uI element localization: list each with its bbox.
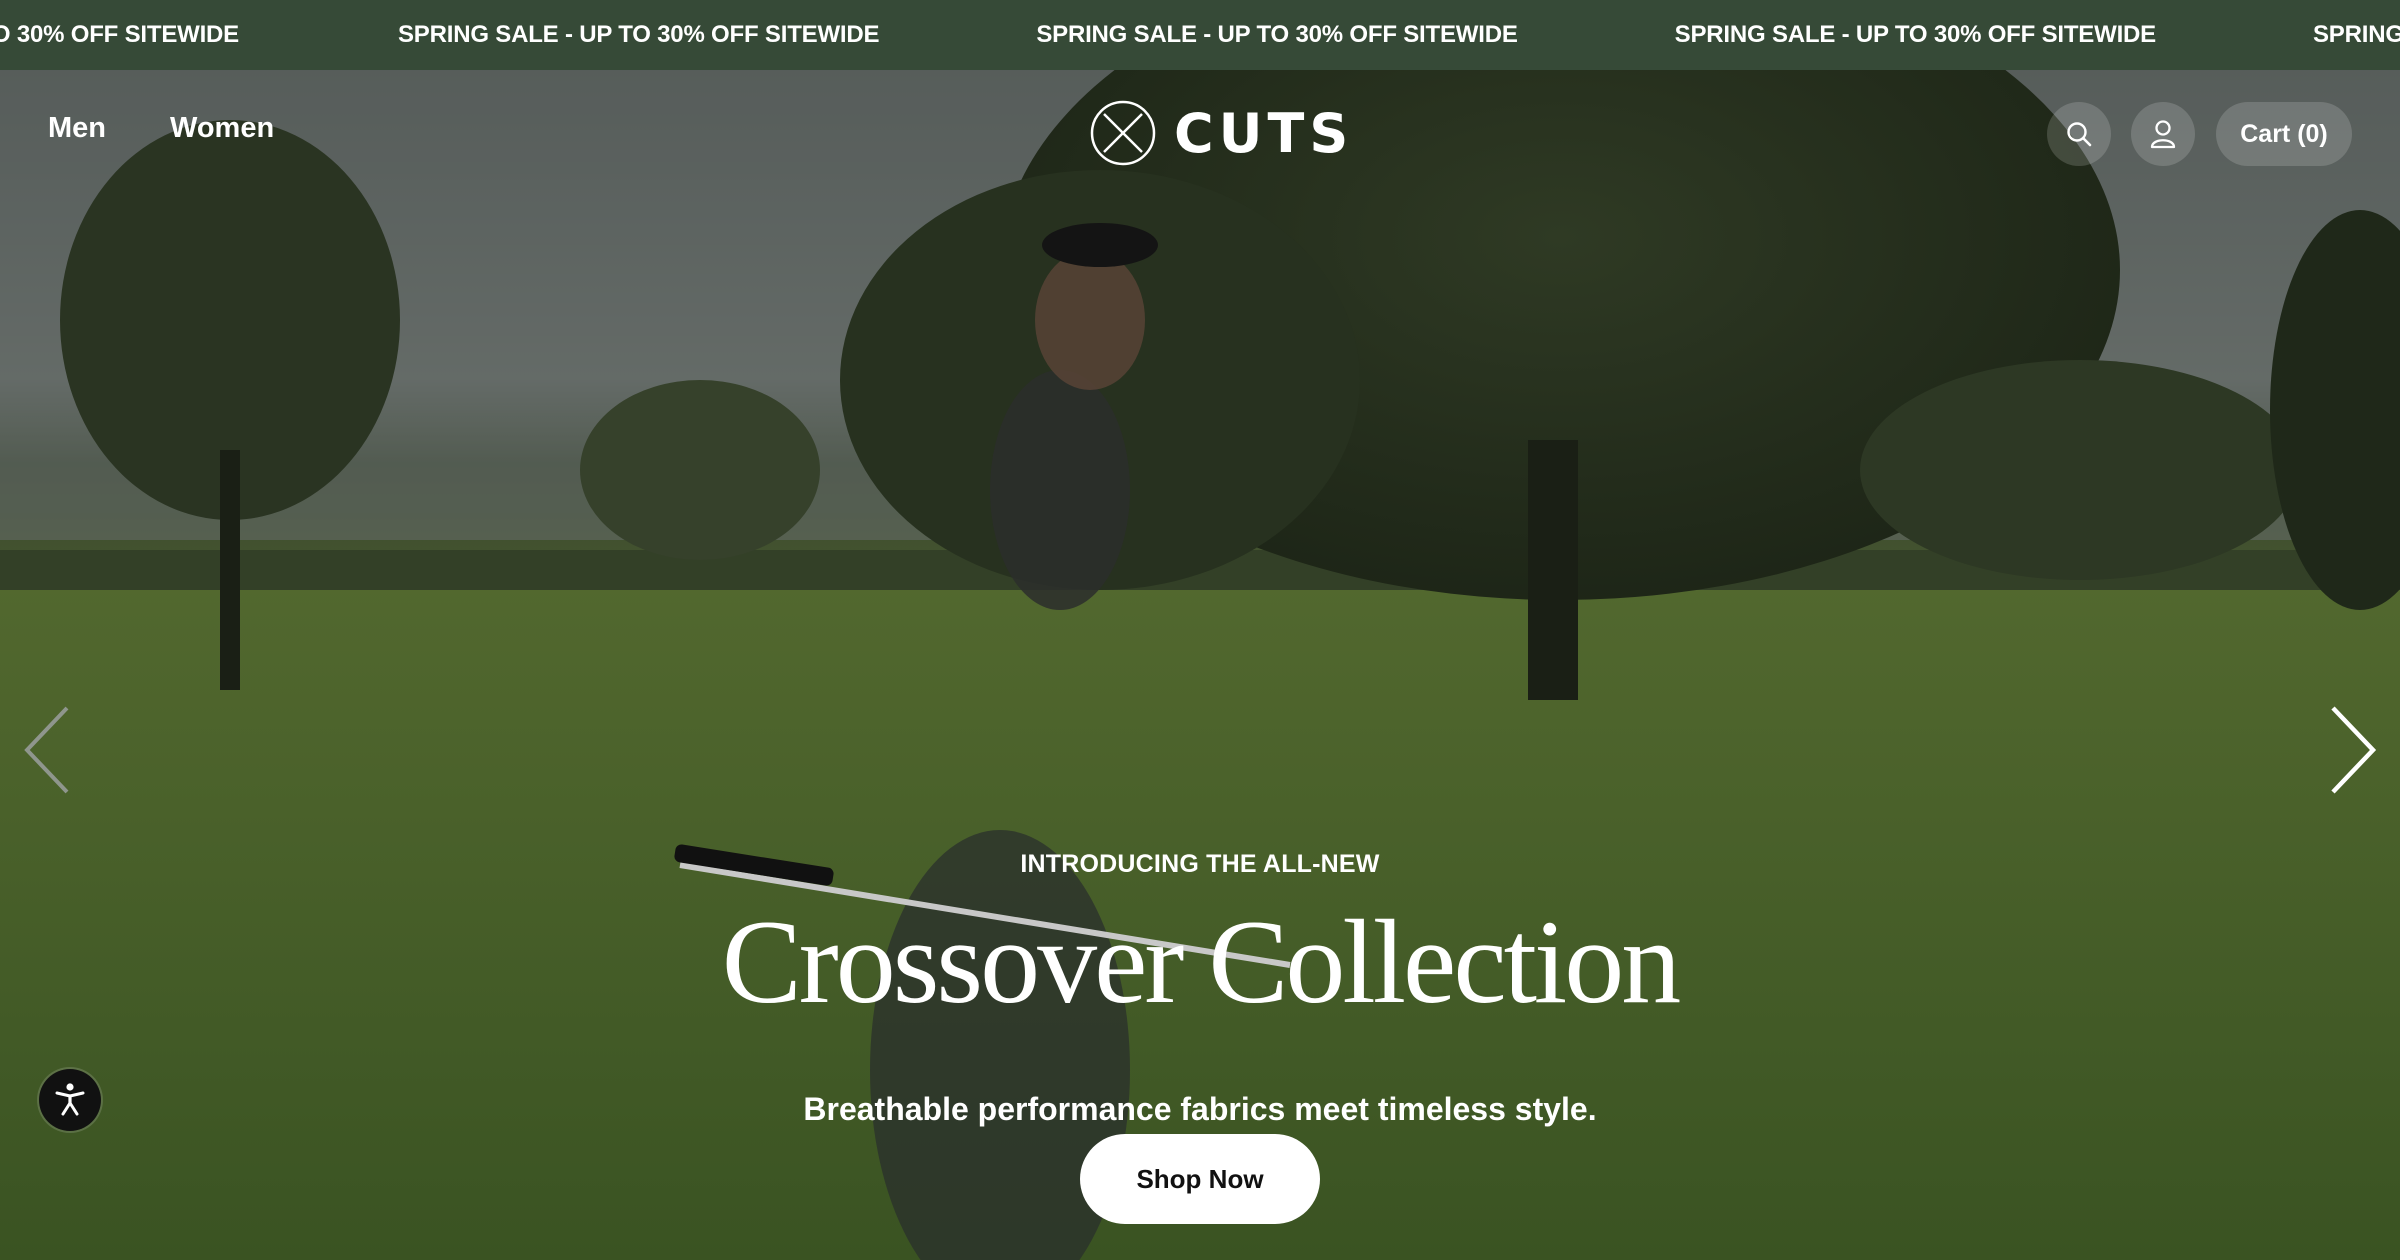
promo-bar: SPRING SALE - UP TO 30% OFF SITEWIDE SPR…: [0, 0, 2400, 70]
search-button[interactable]: [2047, 102, 2111, 166]
accessibility-button[interactable]: [39, 1069, 101, 1131]
logo[interactable]: CUTS: [1090, 100, 1353, 166]
account-icon: [2150, 120, 2176, 149]
hero-title: Crossover Collection: [721, 895, 1682, 1028]
chevron-right-icon[interactable]: [2323, 700, 2383, 800]
hero-eyebrow: INTRODUCING THE ALL-NEW: [1020, 850, 1380, 878]
search-icon: [2067, 122, 2092, 147]
promo-message: SPRING SALE - UP TO 30% OFF SITEWIDE: [1674, 21, 2157, 48]
promo-message: SPRING SALE - UP TO 30% OFF SITEWIDE: [1036, 21, 1518, 48]
promo-message: SPRING SALE - UP TO 30% OFF SITEWIDE: [398, 21, 880, 48]
shop-now-button[interactable]: Shop Now: [1080, 1134, 1320, 1224]
promo-message: SPRING SALE - UP TO 30% OFF SITEWIDE: [2312, 21, 2400, 48]
account-button[interactable]: [2131, 102, 2195, 166]
hero-background-image: [0, 70, 2400, 1260]
chevron-left-icon[interactable]: [17, 700, 77, 800]
logo-mark-icon: [1090, 100, 1156, 166]
logo-text: CUTS: [1174, 101, 1354, 165]
cart-button[interactable]: Cart (0): [2216, 102, 2352, 166]
hero-subtitle: Breathable performance fabrics meet time…: [803, 1091, 1597, 1127]
hero-banner: Men Women CUTS Cart (0) INTRODUCING THE …: [0, 70, 2400, 1260]
promo-message: SPRING SALE - UP TO 30% OFF SITEWIDE: [0, 21, 239, 48]
accessibility-icon: [55, 1083, 85, 1116]
nav-men[interactable]: Men: [48, 112, 106, 145]
promo-track: SPRING SALE - UP TO 30% OFF SITEWIDE SPR…: [0, 0, 2400, 70]
nav-women[interactable]: Women: [170, 112, 274, 145]
